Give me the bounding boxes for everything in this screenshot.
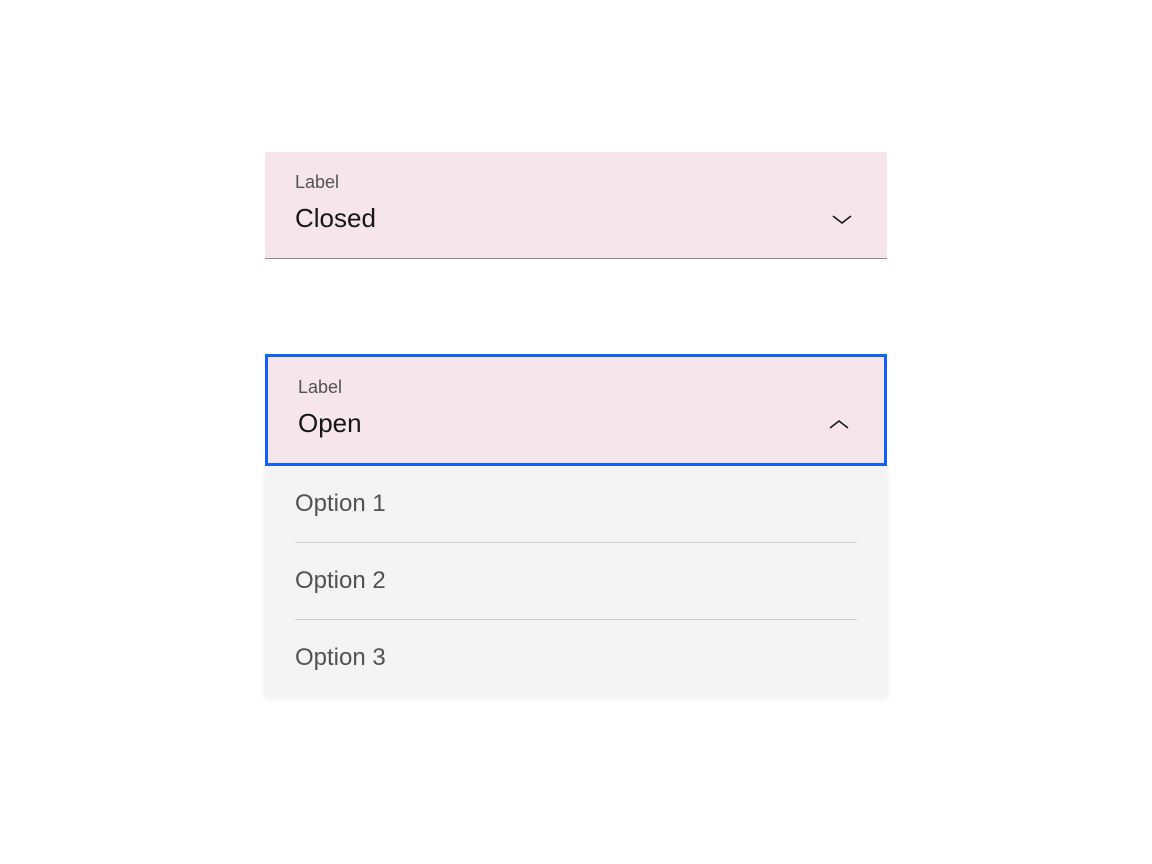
combobox-label: Label: [295, 172, 857, 193]
chevron-up-icon: [828, 417, 850, 431]
combobox-closed[interactable]: Label Closed: [265, 152, 887, 259]
combobox-label: Label: [298, 377, 854, 398]
dropdown-closed: Label Closed: [265, 152, 887, 259]
listbox: Option 1 Option 2 Option 3: [265, 466, 887, 696]
listbox-option-3[interactable]: Option 3: [295, 620, 857, 696]
chevron-down-icon: [831, 212, 853, 226]
combobox-value-row: Closed: [295, 203, 857, 234]
combobox-value-row: Open: [298, 408, 854, 439]
listbox-option-2[interactable]: Option 2: [295, 543, 857, 620]
combobox-value: Open: [298, 408, 362, 439]
combobox-value: Closed: [295, 203, 376, 234]
dropdown-open: Label Open Option 1 Option 2 Option 3: [265, 354, 887, 696]
combobox-open[interactable]: Label Open: [265, 354, 887, 466]
listbox-option-1[interactable]: Option 1: [295, 466, 857, 543]
